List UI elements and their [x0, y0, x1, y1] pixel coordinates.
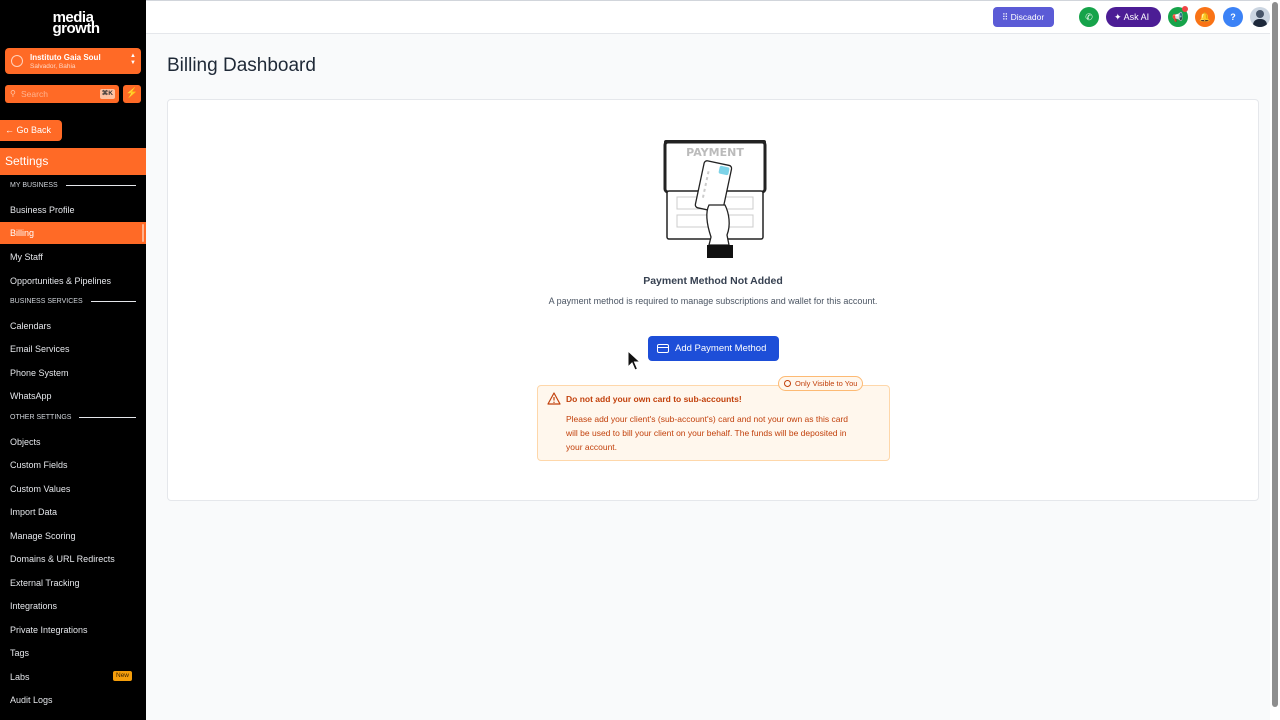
account-switcher[interactable]: Instituto Gaia Soul Salvador, Bahia ▲ ▼	[5, 48, 141, 74]
search-placeholder: Search	[21, 89, 48, 99]
notifications-button[interactable]: 🔔	[1195, 7, 1215, 27]
sidebar-item-labs[interactable]: Labs	[10, 672, 30, 682]
warning-icon	[547, 392, 561, 405]
sidebar-item-integrations[interactable]: Integrations	[10, 601, 57, 611]
sidebar-item-whatsapp[interactable]: WhatsApp	[10, 391, 52, 401]
avatar[interactable]	[1250, 7, 1270, 27]
go-back-button[interactable]: ← Go Back	[0, 120, 62, 141]
scrollbar-thumb[interactable]	[1272, 2, 1278, 707]
warning-title: Do not add your own card to sub-accounts…	[566, 394, 742, 404]
visibility-badge: Only Visible to You	[778, 376, 864, 391]
sidebar-item-billing[interactable]: Billing	[0, 222, 146, 244]
sidebar-item-my-staff[interactable]: My Staff	[10, 252, 43, 262]
sidebar-item-label: Billing	[10, 228, 35, 238]
discador-button[interactable]: ⠿ Discador	[993, 7, 1054, 27]
ask-ai-label: Ask AI	[1123, 12, 1150, 22]
empty-state-title: Payment Method Not Added	[643, 275, 783, 287]
search-input[interactable]: ⚲ Search ⌘K	[5, 85, 119, 103]
section-label: BUSINESS SERVICES	[10, 298, 83, 305]
help-button[interactable]: ?	[1223, 7, 1243, 27]
sidebar-item-private-integrations[interactable]: Private Integrations	[10, 625, 88, 635]
billing-card: PAYMENT Payment Method Not Added A payme…	[167, 99, 1259, 501]
section-label: OTHER SETTINGS	[10, 414, 72, 421]
new-badge: New	[113, 671, 133, 681]
divider	[90, 301, 136, 302]
logo[interactable]: media growth	[0, 10, 146, 37]
phone-button[interactable]: ✆	[1079, 7, 1099, 27]
help-icon: ?	[1230, 12, 1236, 22]
settings-header: Settings	[0, 148, 146, 175]
credit-card-icon	[657, 344, 669, 353]
divider	[79, 417, 136, 418]
sidebar-item-audit-logs[interactable]: Audit Logs	[10, 695, 53, 705]
sidebar-item-tags[interactable]: Tags	[10, 648, 29, 658]
discador-label: Discador	[1010, 12, 1045, 22]
sidebar-item-objects[interactable]: Objects	[10, 437, 41, 447]
empty-state-description: A payment method is required to manage s…	[548, 296, 878, 306]
divider	[65, 185, 136, 186]
arrow-left-icon: ←	[5, 125, 14, 135]
mouse-cursor-icon	[627, 350, 641, 371]
sidebar-item-custom-values[interactable]: Custom Values	[10, 484, 70, 494]
payment-illustration: PAYMENT	[663, 140, 767, 258]
illustration-label: PAYMENT	[686, 146, 744, 159]
sparkle-icon: ✦	[1114, 12, 1122, 22]
logo-line-2: growth	[52, 20, 101, 37]
lock-icon	[784, 380, 791, 387]
sidebar-item-opportunities[interactable]: Opportunities & Pipelines	[10, 276, 111, 286]
sidebar-item-import-data[interactable]: Import Data	[10, 507, 57, 517]
sidebar-item-calendars[interactable]: Calendars	[10, 321, 51, 331]
warning-body: Please add your client's (sub-account's)…	[566, 414, 849, 452]
sidebar-item-domains[interactable]: Domains & URL Redirects	[10, 554, 115, 564]
section-other-settings: OTHER SETTINGS	[10, 414, 136, 421]
sidebar-item-external-tracking[interactable]: External Tracking	[10, 578, 80, 588]
quick-action-button[interactable]: ⚡	[123, 85, 141, 103]
account-location: Salvador, Bahia	[30, 63, 76, 70]
sidebar: media growth Instituto Gaia Soul Salvado…	[0, 0, 146, 720]
phone-icon: ✆	[1085, 12, 1093, 22]
section-business-services: BUSINESS SERVICES	[10, 298, 136, 305]
ask-ai-button[interactable]: ✦ Ask AI	[1106, 7, 1161, 27]
account-name: Instituto Gaia Soul	[30, 53, 101, 62]
megaphone-icon: 📢	[1172, 12, 1184, 22]
top-bar: ⠿ Discador ✆ ✦ Ask AI 📢 🔔 ?	[146, 0, 1270, 34]
grid-icon: ⠿	[1002, 12, 1009, 22]
notification-dot	[1182, 6, 1188, 12]
add-payment-method-button[interactable]: Add Payment Method	[648, 336, 779, 361]
page-scrollbar[interactable]	[1270, 0, 1280, 720]
sidebar-item-custom-fields[interactable]: Custom Fields	[10, 460, 68, 470]
add-payment-method-label: Add Payment Method	[675, 343, 767, 354]
location-icon	[11, 55, 23, 67]
lightning-icon: ⚡	[125, 88, 139, 99]
section-my-business: MY BUSINESS	[10, 182, 136, 189]
sidebar-item-manage-scoring[interactable]: Manage Scoring	[10, 531, 76, 541]
go-back-label: Go Back	[16, 125, 52, 135]
warning-banner: Do not add your own card to sub-accounts…	[537, 385, 890, 461]
bell-icon: 🔔	[1199, 12, 1211, 22]
sidebar-item-email-services[interactable]: Email Services	[10, 344, 70, 354]
search-shortcut: ⌘K	[99, 89, 115, 99]
section-label: MY BUSINESS	[10, 182, 58, 189]
visibility-label: Only Visible to You	[795, 379, 858, 388]
sidebar-item-phone-system[interactable]: Phone System	[10, 368, 69, 378]
page-title: Billing Dashboard	[167, 55, 316, 76]
search-icon: ⚲	[10, 89, 16, 98]
chevron-up-down-icon: ▲ ▼	[130, 53, 136, 66]
sidebar-item-business-profile[interactable]: Business Profile	[10, 205, 75, 215]
